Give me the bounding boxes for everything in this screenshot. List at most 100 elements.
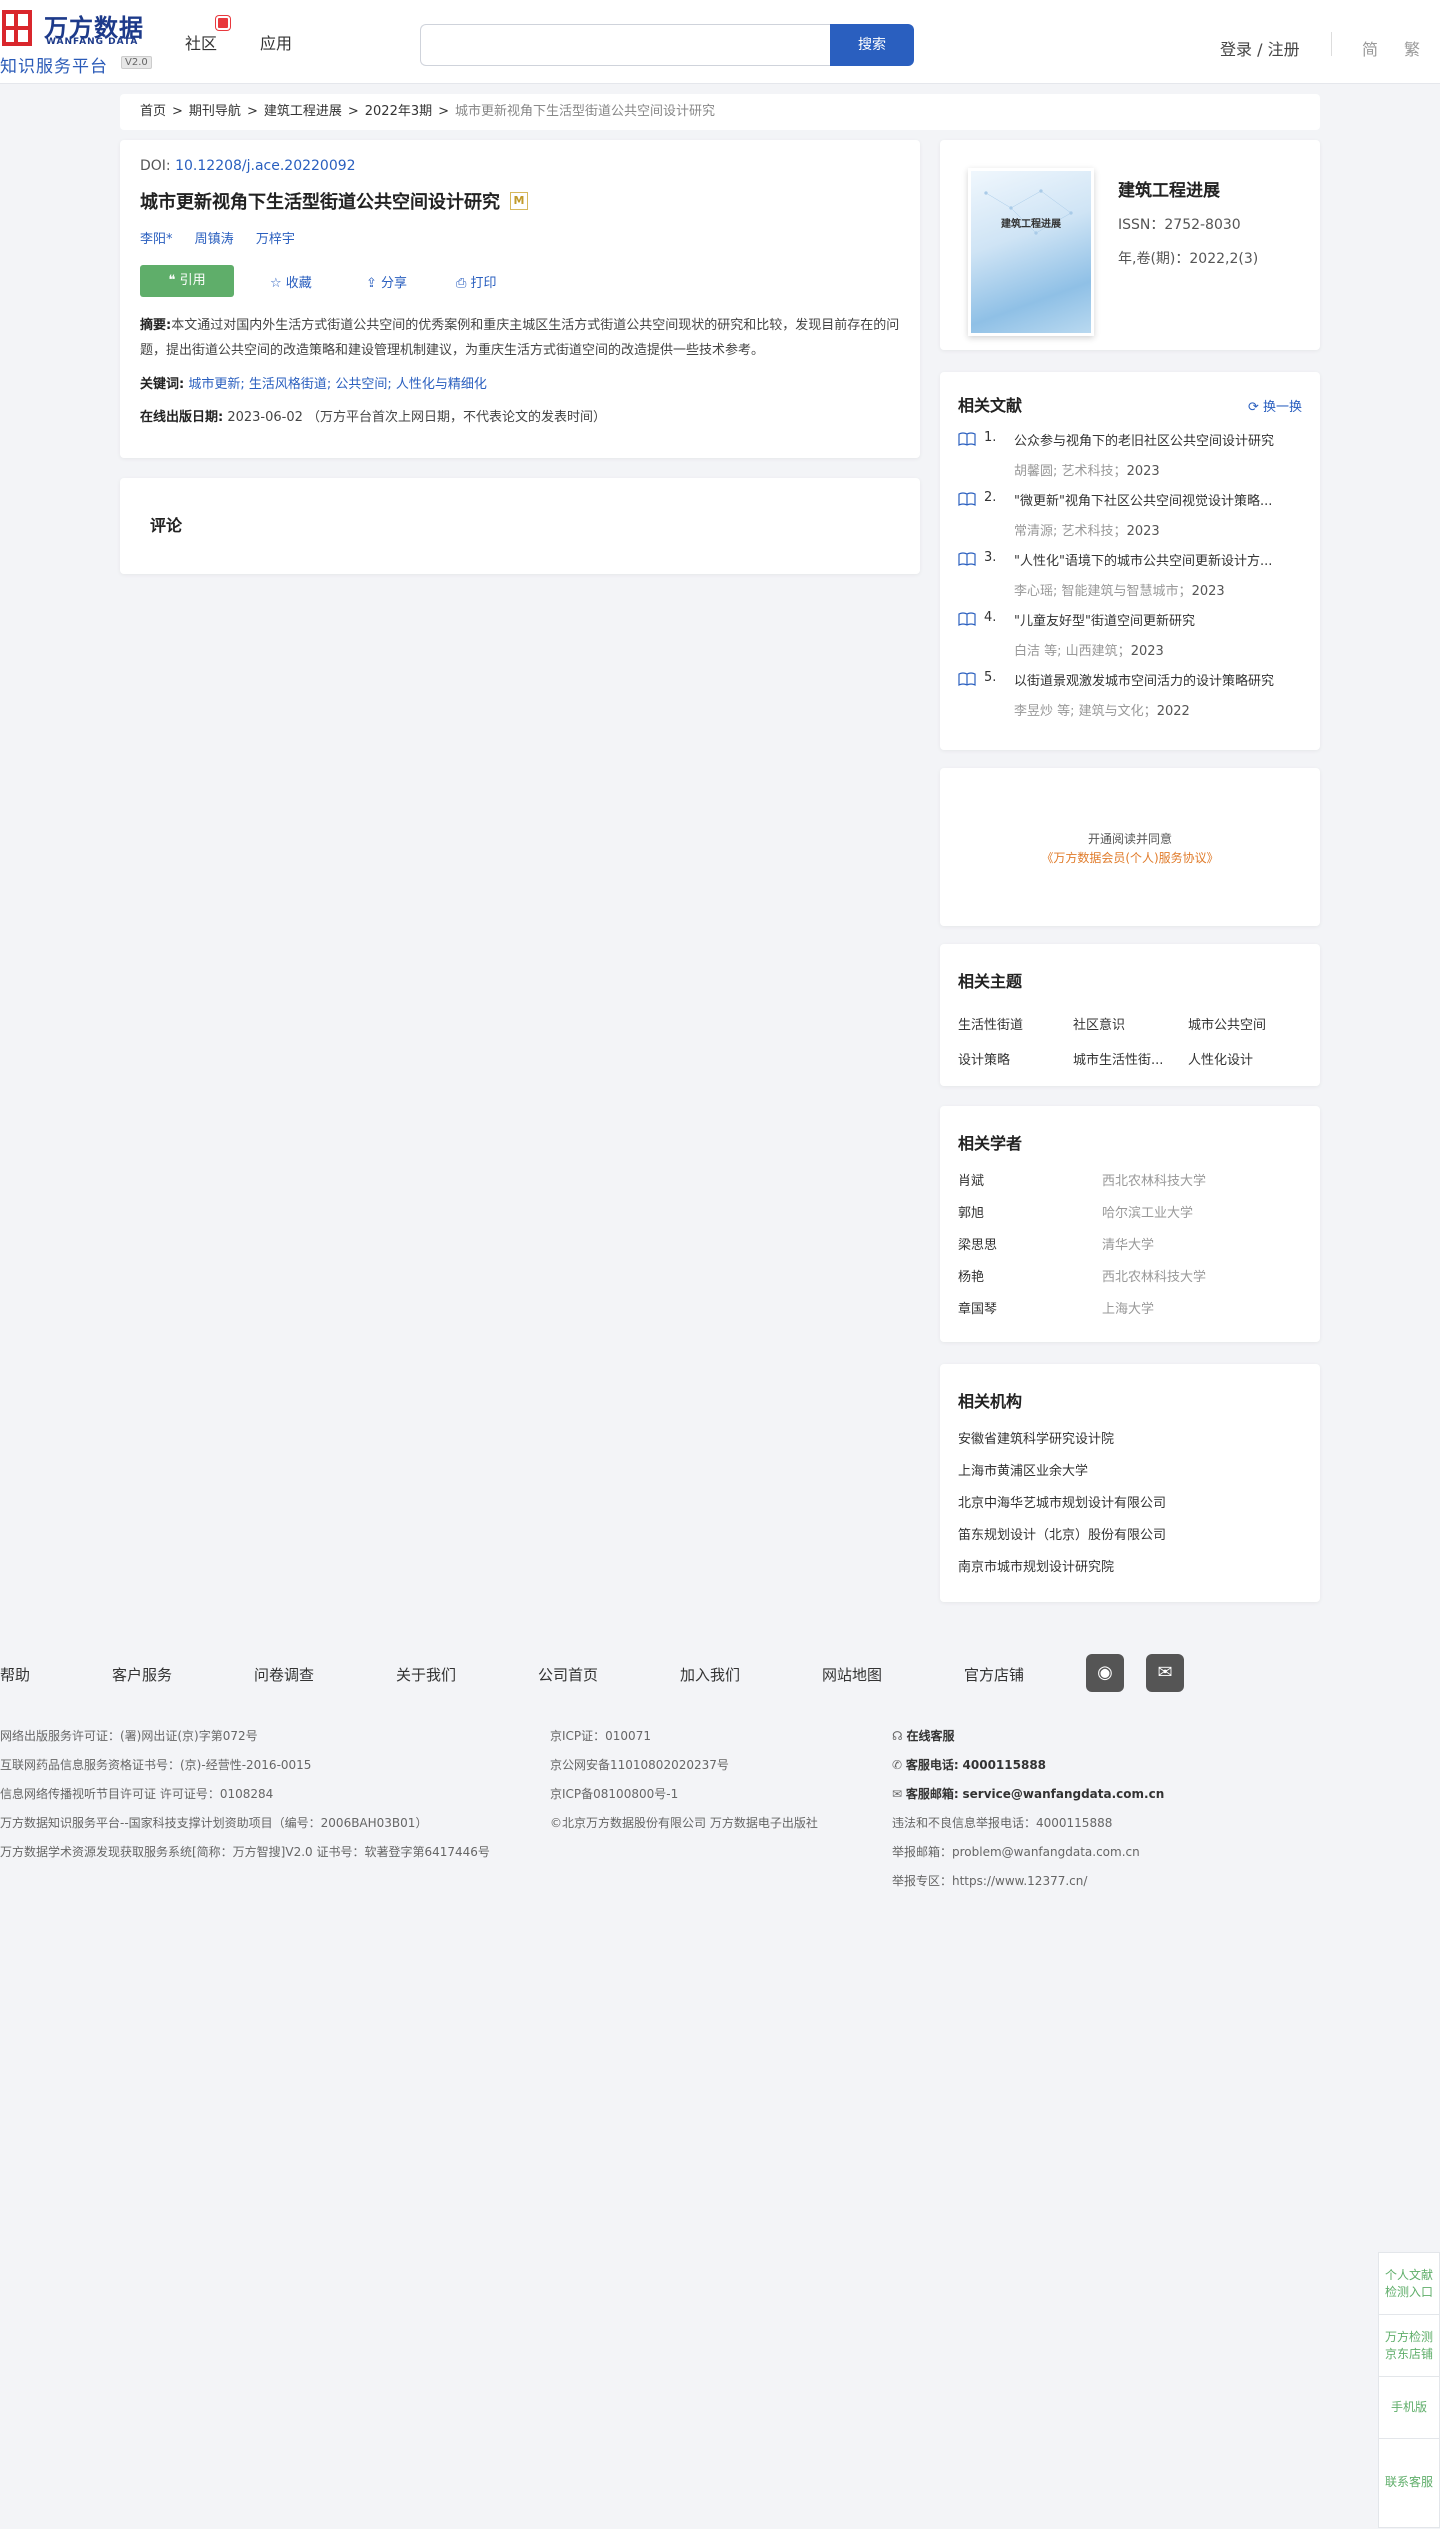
wanfang-logo[interactable]: 万方数据 WANFANG DATA 知识服务平台 V2.0 (0, 6, 160, 77)
author-link[interactable]: 万梓宇 (256, 232, 295, 247)
scholar-row[interactable]: 肖斌 西北农林科技大学 (958, 1170, 1302, 1189)
institution-link[interactable]: 笛东规划设计（北京）股份有限公司 (958, 1524, 1302, 1543)
footer-link-join-us[interactable]: 加入我们 (680, 1664, 740, 1685)
lang-traditional[interactable]: 繁 (1404, 36, 1420, 60)
item-title[interactable]: "儿童友好型"街道空间更新研究 (1014, 610, 1304, 629)
service-agreement-link[interactable]: 《万方数据会员(个人)服务协议》 (940, 849, 1320, 866)
list-item[interactable]: 4. "儿童友好型"街道空间更新研究 白洁 等; 山西建筑；2023 (958, 610, 1302, 670)
list-item[interactable]: 1. 公众参与视角下的老旧社区公共空间设计研究 胡馨圆; 艺术科技；2023 (958, 430, 1302, 490)
contact-service[interactable]: 联系客服 (1379, 2439, 1439, 2525)
doc-check-entry[interactable]: 个人文献检测入口 (1379, 2253, 1439, 2315)
jd-store-link[interactable]: 万方检测京东店铺 (1379, 2315, 1439, 2377)
list-item[interactable]: 5. 以街道景观激发城市空间活力的设计策略研究 李昱炒 等; 建筑与文化；202… (958, 670, 1302, 730)
icp-line[interactable]: 京ICP证：010071 (550, 1722, 818, 1751)
nav-apps[interactable]: 应用 (260, 30, 292, 54)
search-button[interactable]: 搜索 (830, 24, 914, 66)
scholar-org: 哈尔滨工业大学 (1102, 1206, 1194, 1221)
footer-link-company-home[interactable]: 公司首页 (538, 1664, 598, 1685)
breadcrumb-journals[interactable]: 期刊导航 (189, 104, 241, 119)
keywords-label: 关键词: (140, 377, 185, 392)
topic-link[interactable]: 生活性街道 (958, 1014, 1073, 1033)
footer-link-sitemap[interactable]: 网站地图 (822, 1664, 882, 1685)
institution-link[interactable]: 安徽省建筑科学研究设计院 (958, 1428, 1302, 1447)
scholar-org: 西北农林科技大学 (1102, 1270, 1207, 1285)
keywords: 关键词: 城市更新; 生活风格街道; 公共空间; 人性化与精细化 (140, 373, 900, 392)
print-button[interactable]: ⎙ 打印 (456, 272, 497, 291)
login-register-link[interactable]: 登录 / 注册 (1220, 36, 1300, 60)
footer-link-help[interactable]: 帮助 (0, 1664, 30, 1685)
footer-link-official-store[interactable]: 官方店铺 (964, 1664, 1024, 1685)
footer-link-customer-service[interactable]: 客户服务 (112, 1664, 172, 1685)
report-email[interactable]: 举报邮箱：problem@wanfangdata.com.cn (892, 1838, 1164, 1867)
item-authors: 李昱炒 等; (1014, 704, 1075, 719)
collect-button[interactable]: ☆ 收藏 (270, 272, 312, 291)
scholar-name[interactable]: 杨艳 (958, 1266, 984, 1285)
topic-link[interactable]: 城市生活性街... (1073, 1049, 1188, 1068)
cover-title: 建筑工程进展 (1001, 219, 1061, 230)
footer: 帮助 客户服务 问卷调查 关于我们 公司首页 加入我们 网站地图 官方店铺 ◉ … (0, 1620, 1440, 1890)
doi-link[interactable]: 10.12208/j.ace.20220092 (175, 158, 355, 174)
weibo-icon[interactable]: ◉ (1086, 1654, 1124, 1692)
print-label: 打印 (470, 276, 497, 291)
breadcrumb-issue[interactable]: 2022年3期 (365, 104, 432, 119)
scholar-name[interactable]: 郭旭 (958, 1202, 984, 1221)
list-item[interactable]: 2. "微更新"视角下社区公共空间视觉设计策略... 常清源; 艺术科技；202… (958, 490, 1302, 550)
item-title[interactable]: 以街道景观激发城市空间活力的设计策略研究 (1014, 670, 1304, 689)
journal-name[interactable]: 建筑工程进展 (1118, 176, 1220, 201)
membership-promo: 开通阅读并同意 《万方数据会员(个人)服务协议》 (940, 768, 1320, 926)
item-title[interactable]: "人性化"语境下的城市公共空间更新设计方... (1014, 550, 1304, 569)
author-link[interactable]: 李阳* (140, 232, 173, 247)
article-title-text: 城市更新视角下生活型街道公共空间设计研究 (140, 192, 500, 213)
institution-link[interactable]: 北京中海华艺城市规划设计有限公司 (958, 1492, 1302, 1511)
institution-link[interactable]: 南京市城市规划设计研究院 (958, 1556, 1302, 1575)
share-button[interactable]: ⇪ 分享 (366, 272, 407, 291)
footer-link-survey[interactable]: 问卷调查 (254, 1664, 314, 1685)
list-item[interactable]: 3. "人性化"语境下的城市公共空间更新设计方... 李心瑶; 智能建筑与智慧城… (958, 550, 1302, 610)
license-line: 互联网药品信息服务资格证书号：(京)-经营性-2016-0015 (0, 1758, 312, 1772)
search-input[interactable] (420, 24, 830, 66)
item-title[interactable]: "微更新"视角下社区公共空间视觉设计策略... (1014, 490, 1304, 509)
lang-simplified[interactable]: 简 (1362, 36, 1378, 60)
icp-line[interactable]: 京公网安备11010802020237号 (550, 1751, 818, 1780)
scholar-row[interactable]: 郭旭 哈尔滨工业大学 (958, 1202, 1302, 1221)
phone-value: 4000115888 (962, 1758, 1047, 1772)
icp-line[interactable]: 京ICP备08100800号-1 (550, 1780, 818, 1809)
nav-community[interactable]: 社区 (185, 30, 217, 54)
footer-link-about[interactable]: 关于我们 (396, 1664, 456, 1685)
refresh-button[interactable]: ⟳ 换一换 (1248, 396, 1302, 415)
item-meta: 李昱炒 等; 建筑与文化；2022 (1014, 704, 1190, 719)
topic-link[interactable]: 城市公共空间 (1188, 1014, 1303, 1033)
topic-link[interactable]: 设计策略 (958, 1049, 1073, 1068)
topics-title: 相关主题 (958, 972, 1023, 991)
breadcrumb-journal[interactable]: 建筑工程进展 (264, 104, 342, 119)
topic-link[interactable]: 社区意识 (1073, 1014, 1188, 1033)
author-link[interactable]: 周镇涛 (195, 232, 234, 247)
keywords-links[interactable]: 城市更新; 生活风格街道; 公共空间; 人性化与精细化 (188, 377, 487, 392)
scholar-row[interactable]: 梁思思 清华大学 (958, 1234, 1302, 1253)
share-label: 分享 (381, 276, 408, 291)
cover-network-pattern (984, 189, 1073, 235)
pubdate-value: 2023-06-02 (227, 410, 303, 425)
online-service[interactable]: ☊ 在线客服 (892, 1722, 1164, 1751)
scholar-name[interactable]: 肖斌 (958, 1170, 984, 1189)
topic-link[interactable]: 人性化设计 (1188, 1049, 1303, 1068)
book-icon (958, 492, 976, 506)
scholar-row[interactable]: 杨艳 西北农林科技大学 (958, 1266, 1302, 1285)
mobile-version[interactable]: 手机版 (1379, 2377, 1439, 2439)
institution-link[interactable]: 上海市黄浦区业余大学 (958, 1460, 1302, 1479)
cite-button[interactable]: ❝ 引用 (140, 265, 234, 297)
item-title[interactable]: 公众参与视角下的老旧社区公共空间设计研究 (1014, 430, 1304, 449)
quote-icon: ❝ (168, 273, 180, 288)
journal-cover[interactable]: 建筑工程进展 (968, 168, 1094, 336)
scholar-name[interactable]: 章国琴 (958, 1298, 997, 1317)
item-year: 2022 (1156, 704, 1190, 719)
report-site[interactable]: 举报专区：https://www.12377.cn/ (892, 1867, 1164, 1896)
wechat-icon[interactable]: ✉ (1146, 1654, 1184, 1692)
scholar-name[interactable]: 梁思思 (958, 1234, 997, 1253)
scholar-row[interactable]: 章国琴 上海大学 (958, 1298, 1302, 1317)
breadcrumb-home[interactable]: 首页 (140, 104, 166, 119)
email-value[interactable]: service@wanfangdata.com.cn (963, 1787, 1165, 1801)
item-source: 艺术科技 (1061, 464, 1114, 479)
item-source: 艺术科技 (1061, 524, 1114, 539)
related-topics: 相关主题 生活性街道 社区意识 城市公共空间 设计策略 城市生活性街... 人性… (940, 944, 1320, 1086)
